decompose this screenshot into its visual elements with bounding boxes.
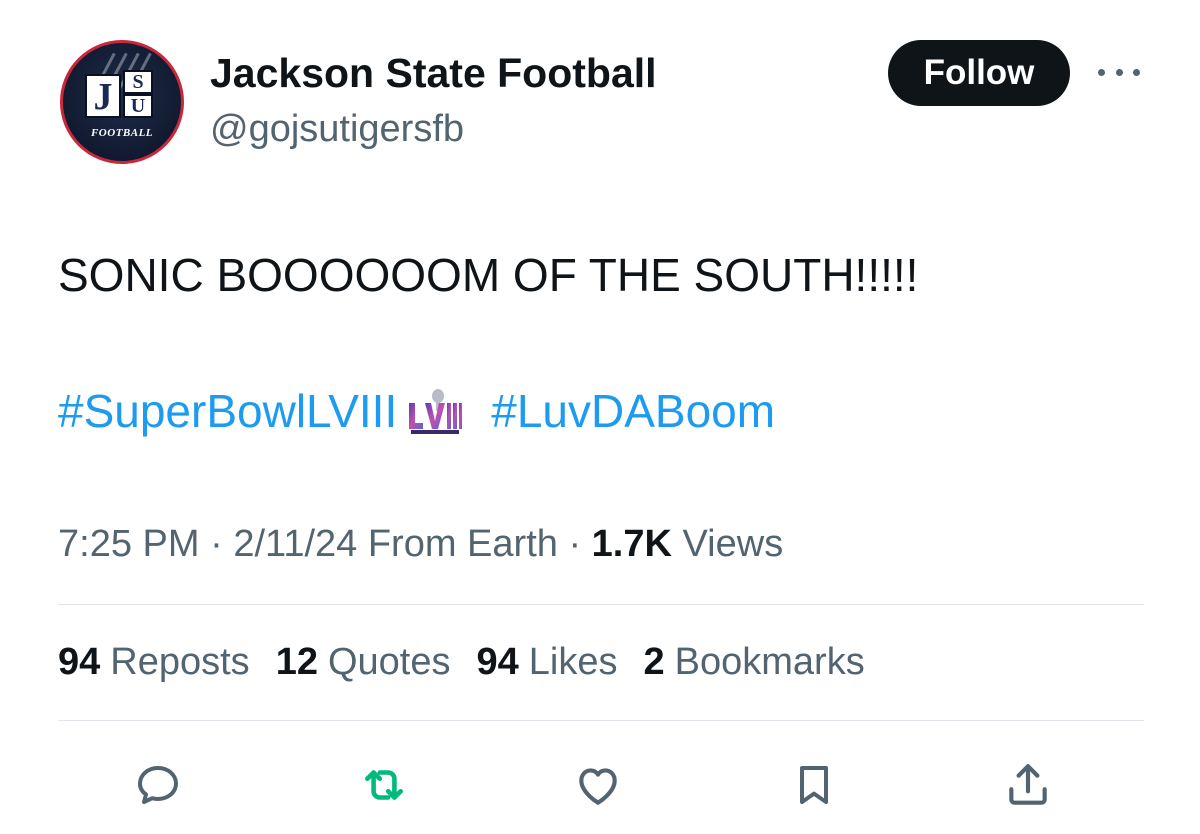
avatar-caption: FOOTBALL: [90, 127, 154, 139]
engagement-stats: 94 Reposts 12 Quotes 94 Likes 2 Bookmarks: [58, 641, 891, 684]
views-label: Views: [682, 523, 784, 565]
reply-icon[interactable]: [128, 755, 188, 815]
tweet-date[interactable]: 2/11/24: [233, 523, 357, 565]
hashtag-line: #SuperBowlLVIII #LuvDABoom: [58, 384, 775, 438]
divider: [58, 604, 1144, 605]
reposts-count: 94: [58, 641, 101, 683]
likes-count: 94: [476, 641, 519, 683]
logo-letter-u: U: [123, 94, 153, 118]
action-bar: [0, 755, 1200, 815]
bookmarks-count: 2: [643, 641, 665, 683]
tweet-time[interactable]: 7:25 PM: [58, 523, 200, 565]
more-dot: [1098, 68, 1105, 76]
likes-stat[interactable]: 94 Likes: [477, 641, 618, 684]
follow-button[interactable]: Follow: [888, 40, 1070, 106]
more-dot: [1115, 68, 1123, 76]
more-dot: [1133, 68, 1140, 76]
reposts-label: Reposts: [110, 641, 250, 683]
repost-icon[interactable]: [354, 755, 414, 815]
avatar[interactable]: J S U FOOTBALL: [60, 40, 184, 164]
hashtag-luvdaboom[interactable]: #LuvDABoom: [491, 384, 775, 438]
like-icon[interactable]: [568, 755, 628, 815]
super-bowl-lviii-icon: [405, 387, 463, 435]
logo-letter-s: S: [123, 70, 153, 94]
display-name[interactable]: Jackson State Football: [210, 50, 657, 97]
tweet-text: SONIC BOOOOOOM OF THE SOUTH!!!!!: [58, 249, 919, 301]
divider: [58, 720, 1144, 721]
user-handle[interactable]: @gojsutigersfb: [210, 108, 464, 151]
logo-letter-j: J: [85, 74, 121, 118]
tweet-meta: 7:25 PM · 2/11/24 From Earth · 1.7K View…: [58, 523, 783, 566]
meta-separator: ·: [568, 523, 582, 565]
tweet-source: From Earth: [367, 523, 558, 565]
jsu-logo: J S U: [85, 70, 159, 122]
likes-label: Likes: [528, 641, 618, 683]
share-icon[interactable]: [998, 755, 1058, 815]
more-horizontal-icon[interactable]: [1098, 62, 1140, 82]
views-count: 1.7K: [591, 523, 672, 565]
bookmarks-label: Bookmarks: [674, 641, 865, 683]
hashtag-superbowl[interactable]: #SuperBowlLVIII: [58, 384, 397, 438]
bookmark-icon[interactable]: [784, 755, 844, 815]
quotes-stat[interactable]: 12 Quotes: [276, 641, 451, 684]
quotes-count: 12: [275, 641, 318, 683]
bookmarks-stat[interactable]: 2 Bookmarks: [644, 641, 865, 684]
meta-separator: ·: [210, 523, 223, 565]
quotes-label: Quotes: [327, 641, 451, 683]
reposts-stat[interactable]: 94 Reposts: [58, 641, 250, 684]
